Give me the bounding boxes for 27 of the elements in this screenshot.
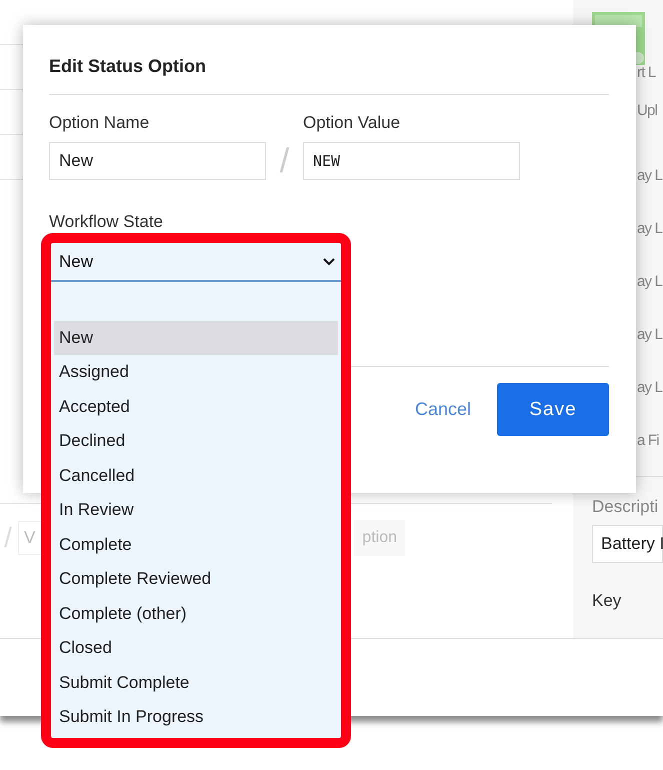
separator-slash: / (3, 522, 13, 554)
option-value-field[interactable]: NEW (303, 142, 520, 180)
field-label: Option Value (303, 113, 402, 133)
field-label: Option Name (49, 113, 150, 133)
description-field[interactable]: Battery I (592, 525, 663, 563)
dropdown-option[interactable]: Declined (54, 424, 338, 458)
field-label: Key (592, 591, 622, 611)
chevron-down-icon (323, 258, 335, 266)
field-label: Workflow State (49, 212, 164, 232)
dropdown-option[interactable]: Submit Complete (54, 666, 338, 700)
workflow-state-select[interactable]: New (51, 243, 341, 282)
dropdown-option[interactable]: Complete (other) (54, 596, 338, 631)
cancel-button[interactable]: Cancel (410, 391, 475, 428)
field-label: Descripti (592, 497, 660, 517)
dropdown-option[interactable]: Submit In Progress (54, 700, 338, 734)
dropdown-option[interactable]: Cancelled (54, 458, 338, 493)
dropdown-option[interactable]: Assigned (54, 355, 338, 390)
dropdown-option[interactable]: Complete Reviewed (54, 562, 338, 596)
separator-slash: / (278, 142, 290, 180)
dropdown-option[interactable]: In Review (54, 493, 338, 528)
dropdown-option[interactable]: Complete (54, 528, 338, 562)
option-name-field[interactable]: New (49, 142, 266, 180)
dropdown-option[interactable]: New (54, 320, 338, 355)
dropdown-option[interactable]: Accepted (54, 390, 338, 424)
dialog-title: Edit Status Option (49, 56, 207, 77)
save-button[interactable]: Save (497, 383, 609, 436)
dropdown-option[interactable]: Closed (54, 631, 338, 666)
